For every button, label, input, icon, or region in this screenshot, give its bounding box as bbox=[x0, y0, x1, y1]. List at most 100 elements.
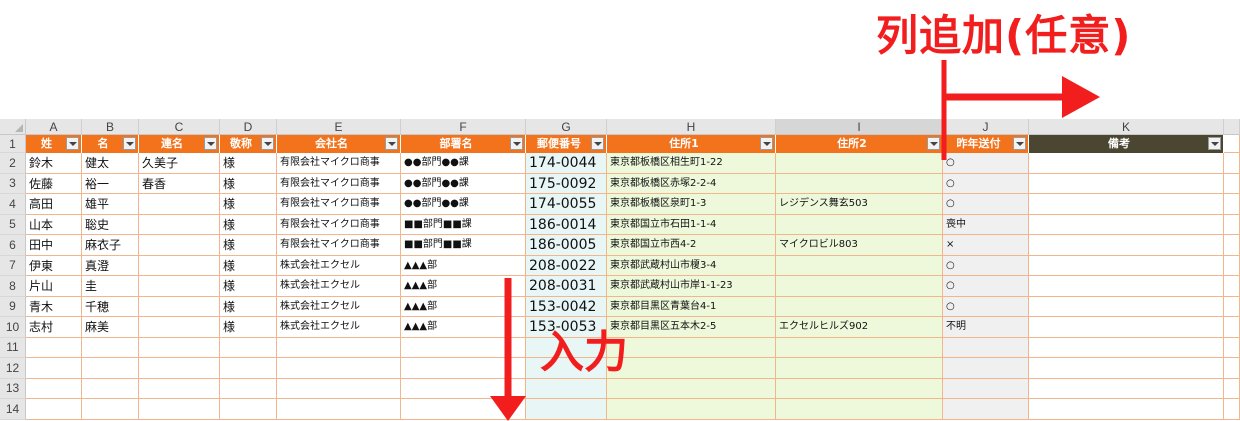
cell-last-year-sent[interactable]: × bbox=[943, 235, 1029, 256]
cell-address1[interactable]: 東京都板橋区相生町1-22 bbox=[607, 153, 776, 174]
cell-honorific[interactable]: 様 bbox=[220, 255, 277, 276]
header-last-name[interactable]: 姓 bbox=[26, 135, 82, 153]
cell-address2[interactable] bbox=[776, 399, 943, 420]
cell-company[interactable]: 有限会社マイクロ商事 bbox=[277, 173, 401, 194]
cell-joint-name[interactable] bbox=[139, 358, 220, 379]
header-department[interactable]: 部署名 bbox=[401, 135, 526, 153]
header-postal-code[interactable]: 郵便番号 bbox=[526, 135, 607, 153]
cell-company[interactable]: 株式会社エクセル bbox=[277, 296, 401, 317]
cell-address1[interactable]: 東京都目黒区五本木2-5 bbox=[607, 317, 776, 338]
cell-company[interactable]: 株式会社エクセル bbox=[277, 255, 401, 276]
cell-department[interactable]: ▲▲▲部 bbox=[401, 276, 526, 297]
filter-dropdown-icon[interactable] bbox=[66, 137, 79, 150]
cell-last-year-sent[interactable]: ○ bbox=[943, 296, 1029, 317]
cell-address1[interactable] bbox=[607, 337, 776, 358]
column-header-g[interactable]: G bbox=[526, 119, 607, 135]
cell-last-name[interactable] bbox=[26, 337, 82, 358]
cell-last-name[interactable] bbox=[26, 399, 82, 420]
filter-dropdown-icon[interactable] bbox=[1208, 137, 1221, 150]
cell-honorific[interactable]: 様 bbox=[220, 317, 277, 338]
cell-department[interactable] bbox=[401, 337, 526, 358]
cell-address1[interactable] bbox=[607, 358, 776, 379]
cell-address2[interactable]: マイクロビル803 bbox=[776, 235, 943, 256]
cell-remarks[interactable] bbox=[1029, 317, 1224, 338]
cell-last-year-sent[interactable] bbox=[943, 378, 1029, 399]
cell-honorific[interactable]: 様 bbox=[220, 296, 277, 317]
cell-company[interactable]: 有限会社マイクロ商事 bbox=[277, 194, 401, 215]
row-header-10[interactable]: 10 bbox=[0, 317, 26, 338]
cell-address2[interactable] bbox=[776, 337, 943, 358]
cell-address1[interactable] bbox=[607, 378, 776, 399]
row-header-6[interactable]: 6 bbox=[0, 235, 26, 256]
cell-joint-name[interactable] bbox=[139, 276, 220, 297]
cell-remarks[interactable] bbox=[1029, 358, 1224, 379]
row-header-7[interactable]: 7 bbox=[0, 255, 26, 276]
cell-company[interactable]: 有限会社マイクロ商事 bbox=[277, 214, 401, 235]
cell-postal-code[interactable]: 174-0055 bbox=[526, 194, 607, 215]
cell-last-year-sent[interactable]: 喪中 bbox=[943, 214, 1029, 235]
cell-address2[interactable]: エクセルヒルズ902 bbox=[776, 317, 943, 338]
column-header-a[interactable]: A bbox=[26, 119, 82, 135]
cell-joint-name[interactable] bbox=[139, 399, 220, 420]
cell-last-year-sent[interactable]: ○ bbox=[943, 255, 1029, 276]
cell-department[interactable]: ▲▲▲部 bbox=[401, 317, 526, 338]
cell-address1[interactable] bbox=[607, 399, 776, 420]
cell-honorific[interactable] bbox=[220, 337, 277, 358]
cell-company[interactable]: 有限会社マイクロ商事 bbox=[277, 235, 401, 256]
header-company[interactable]: 会社名 bbox=[277, 135, 401, 153]
column-header-f[interactable]: F bbox=[401, 119, 526, 135]
cell-company[interactable] bbox=[277, 378, 401, 399]
cell-joint-name[interactable]: 春香 bbox=[139, 173, 220, 194]
select-all-corner[interactable] bbox=[0, 119, 26, 135]
cell-remarks[interactable] bbox=[1029, 194, 1224, 215]
cell-remarks[interactable] bbox=[1029, 153, 1224, 174]
column-header-h[interactable]: H bbox=[607, 119, 776, 135]
cell-department[interactable] bbox=[401, 378, 526, 399]
cell-honorific[interactable]: 様 bbox=[220, 173, 277, 194]
cell-remarks[interactable] bbox=[1029, 173, 1224, 194]
cell-remarks[interactable] bbox=[1029, 378, 1224, 399]
row-header-13[interactable]: 13 bbox=[0, 378, 26, 399]
cell-postal-code[interactable]: 175-0092 bbox=[526, 173, 607, 194]
column-header-k[interactable]: K bbox=[1029, 119, 1224, 135]
cell-last-year-sent[interactable]: ○ bbox=[943, 276, 1029, 297]
cell-honorific[interactable] bbox=[220, 399, 277, 420]
filter-dropdown-icon[interactable] bbox=[591, 137, 604, 150]
cell-last-name[interactable]: 伊東 bbox=[26, 255, 82, 276]
filter-dropdown-icon[interactable] bbox=[261, 137, 274, 150]
cell-first-name[interactable]: 圭 bbox=[82, 276, 139, 297]
cell-joint-name[interactable] bbox=[139, 235, 220, 256]
column-header-i[interactable]: I bbox=[776, 119, 943, 135]
cell-last-year-sent[interactable]: ○ bbox=[943, 173, 1029, 194]
cell-department[interactable]: ●●部門●●課 bbox=[401, 194, 526, 215]
cell-remarks[interactable] bbox=[1029, 296, 1224, 317]
cell-department[interactable]: ■■部門■■課 bbox=[401, 214, 526, 235]
filter-dropdown-icon[interactable] bbox=[123, 137, 136, 150]
cell-last-name[interactable]: 鈴木 bbox=[26, 153, 82, 174]
cell-first-name[interactable]: 真澄 bbox=[82, 255, 139, 276]
header-honorific[interactable]: 敬称 bbox=[220, 135, 277, 153]
cell-joint-name[interactable]: 久美子 bbox=[139, 153, 220, 174]
column-header-b[interactable]: B bbox=[82, 119, 139, 135]
cell-address2[interactable] bbox=[776, 255, 943, 276]
cell-honorific[interactable]: 様 bbox=[220, 235, 277, 256]
filter-dropdown-icon[interactable] bbox=[385, 137, 398, 150]
cell-last-name[interactable]: 志村 bbox=[26, 317, 82, 338]
cell-remarks[interactable] bbox=[1029, 235, 1224, 256]
cell-last-name[interactable]: 佐藤 bbox=[26, 173, 82, 194]
cell-company[interactable] bbox=[277, 399, 401, 420]
cell-last-name[interactable]: 山本 bbox=[26, 214, 82, 235]
filter-dropdown-icon[interactable] bbox=[927, 137, 940, 150]
cell-first-name[interactable]: 裕一 bbox=[82, 173, 139, 194]
column-header-j[interactable]: J bbox=[943, 119, 1029, 135]
cell-department[interactable] bbox=[401, 358, 526, 379]
cell-honorific[interactable]: 様 bbox=[220, 214, 277, 235]
filter-dropdown-icon[interactable] bbox=[1013, 137, 1026, 150]
cell-remarks[interactable] bbox=[1029, 276, 1224, 297]
cell-address1[interactable]: 東京都国立市西4-2 bbox=[607, 235, 776, 256]
cell-department[interactable]: ●●部門●●課 bbox=[401, 153, 526, 174]
cell-last-year-sent[interactable] bbox=[943, 337, 1029, 358]
cell-last-name[interactable]: 高田 bbox=[26, 194, 82, 215]
header-joint-name[interactable]: 連名 bbox=[139, 135, 220, 153]
cell-joint-name[interactable] bbox=[139, 255, 220, 276]
